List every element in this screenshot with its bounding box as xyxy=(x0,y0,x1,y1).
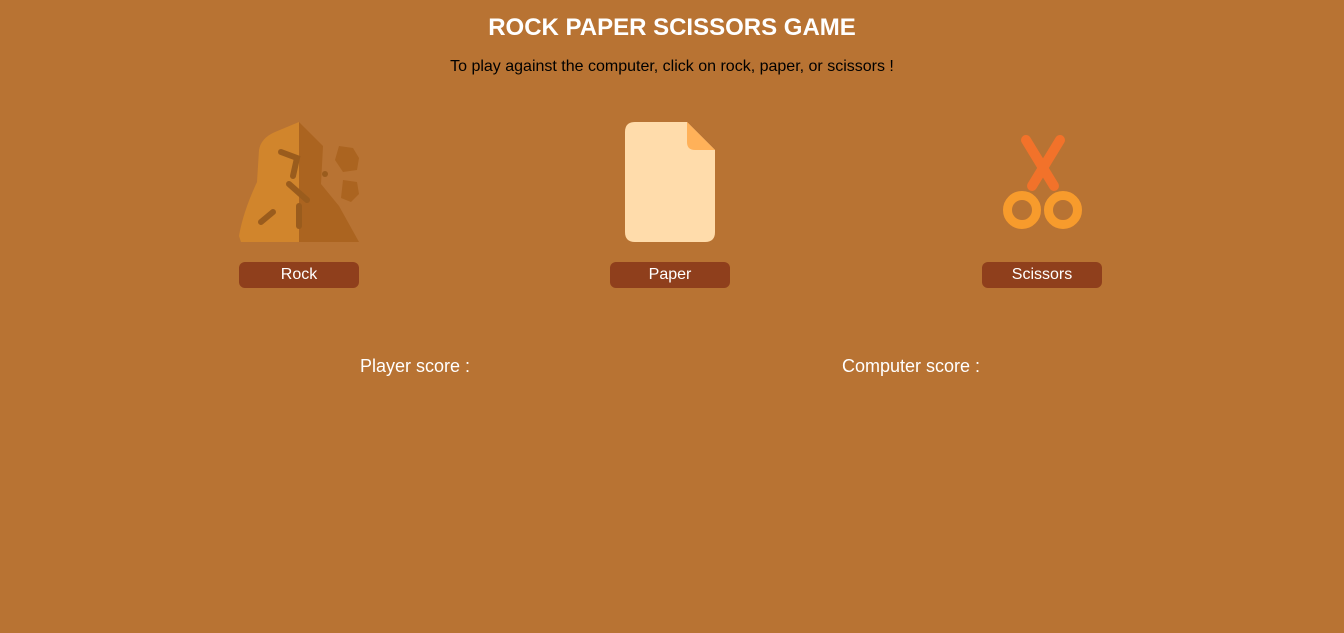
scissors-button[interactable]: Scissors xyxy=(982,262,1102,288)
rock-icon[interactable] xyxy=(239,122,359,242)
paper-choice[interactable]: Paper xyxy=(610,122,730,288)
rock-choice[interactable]: Rock xyxy=(239,122,359,288)
scissors-choice[interactable]: Scissors xyxy=(982,122,1102,288)
page-title: ROCK PAPER SCISSORS GAME xyxy=(488,14,856,41)
paper-button[interactable]: Paper xyxy=(610,262,730,288)
scissors-icon[interactable] xyxy=(982,122,1102,242)
computer-score-label: Computer score : xyxy=(842,356,981,376)
instructions-text: To play against the computer, click on r… xyxy=(450,58,894,75)
paper-icon[interactable] xyxy=(610,122,730,242)
player-score-label: Player score : xyxy=(360,356,471,376)
rock-button[interactable]: Rock xyxy=(239,262,359,288)
